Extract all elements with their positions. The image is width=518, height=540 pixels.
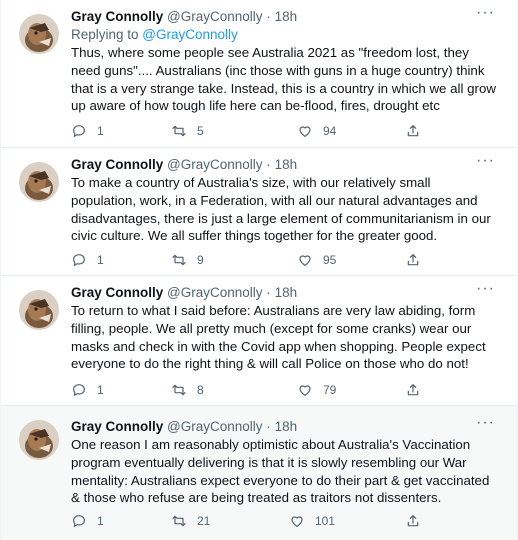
user-handle[interactable]: @GrayConnolly (167, 157, 263, 172)
more-icon[interactable]: ··· (476, 414, 495, 432)
replying-to-label: Replying to (71, 27, 143, 42)
avatar-image (19, 14, 59, 54)
tweet-thread: Gray Connolly @GrayConnolly · 18h ··· Re… (0, 0, 518, 540)
tweet-text: To make a country of Australia's size, w… (71, 175, 491, 244)
avatar[interactable] (19, 14, 59, 54)
separator: · (266, 419, 271, 434)
tweet-header: Gray Connolly @GrayConnolly · 18h (71, 418, 297, 435)
like-button[interactable]: 101 (289, 512, 335, 530)
retweet-count: 5 (197, 124, 204, 138)
avatar-image (19, 162, 59, 202)
more-icon[interactable]: ··· (476, 152, 495, 170)
share-button[interactable] (405, 251, 431, 269)
timestamp[interactable]: 18h (275, 157, 298, 172)
heart-icon (291, 516, 303, 527)
like-count: 95 (323, 253, 337, 267)
avatar[interactable] (19, 420, 59, 460)
tweet[interactable]: Gray Connolly @GrayConnolly · 18h ··· On… (1, 406, 517, 540)
timestamp[interactable]: 18h (275, 285, 298, 300)
separator: · (266, 285, 271, 300)
replying-to: Replying to @GrayConnolly (71, 26, 238, 43)
reply-button[interactable]: 1 (71, 512, 104, 530)
heart-icon (299, 126, 311, 137)
retweet-button[interactable]: 9 (171, 251, 204, 269)
like-count: 94 (323, 124, 337, 138)
reply-icon (73, 515, 85, 527)
share-button[interactable] (405, 512, 431, 530)
reply-icon (73, 125, 85, 137)
tweet[interactable]: Gray Connolly @GrayConnolly · 18h ··· To… (1, 276, 517, 406)
reply-icon (73, 254, 85, 266)
tweet[interactable]: Gray Connolly @GrayConnolly · 18h ··· Re… (1, 0, 517, 148)
retweet-icon (172, 125, 186, 137)
tweet-header: Gray Connolly @GrayConnolly · 18h (71, 284, 297, 301)
tweet-text: To return to what I said before: Austral… (71, 303, 486, 372)
retweet-button[interactable]: 8 (171, 381, 204, 399)
user-handle[interactable]: @GrayConnolly (167, 419, 263, 434)
avatar-image (19, 290, 59, 330)
heart-icon (299, 255, 311, 266)
separator: · (266, 157, 271, 172)
share-icon (407, 254, 419, 266)
tweet[interactable]: Gray Connolly @GrayConnolly · 18h ··· To… (1, 148, 517, 276)
separator: · (266, 9, 271, 24)
like-button[interactable]: 94 (297, 122, 336, 140)
timestamp[interactable]: 18h (275, 9, 298, 24)
heart-icon (299, 385, 311, 396)
retweet-count: 8 (197, 383, 204, 397)
retweet-button[interactable]: 5 (171, 122, 204, 140)
tweet-actions: 1 9 95 (71, 251, 517, 269)
avatar-image (19, 420, 59, 460)
reply-count: 1 (97, 514, 104, 528)
tweet-actions: 1 5 94 (71, 122, 517, 140)
share-icon (407, 515, 419, 527)
tweet-header: Gray Connolly @GrayConnolly · 18h (71, 156, 297, 173)
tweet-text: One reason I am reasonably optimistic ab… (71, 437, 490, 506)
share-button[interactable] (405, 381, 431, 399)
avatar[interactable] (19, 162, 59, 202)
display-name[interactable]: Gray Connolly (71, 285, 163, 300)
tweet-text: Thus, where some people see Australia 20… (71, 45, 496, 114)
retweet-button[interactable]: 21 (171, 512, 210, 530)
share-button[interactable] (405, 122, 431, 140)
retweet-icon (172, 515, 186, 527)
display-name[interactable]: Gray Connolly (71, 9, 163, 24)
more-icon[interactable]: ··· (476, 4, 495, 22)
retweet-icon (172, 384, 186, 396)
share-icon (407, 384, 419, 396)
reply-button[interactable]: 1 (71, 251, 104, 269)
tweet-actions: 1 21 101 (71, 512, 517, 530)
retweet-icon (172, 254, 186, 266)
like-button[interactable]: 95 (297, 251, 336, 269)
like-button[interactable]: 79 (297, 381, 336, 399)
reply-count: 1 (97, 383, 104, 397)
tweet-header: Gray Connolly @GrayConnolly · 18h (71, 8, 297, 25)
reply-button[interactable]: 1 (71, 122, 104, 140)
display-name[interactable]: Gray Connolly (71, 419, 163, 434)
reply-button[interactable]: 1 (71, 381, 104, 399)
user-handle[interactable]: @GrayConnolly (167, 9, 263, 24)
more-icon[interactable]: ··· (476, 280, 495, 298)
replying-to-handle[interactable]: @GrayConnolly (142, 27, 238, 42)
share-icon (407, 125, 419, 137)
like-count: 101 (315, 514, 336, 528)
reply-count: 1 (97, 253, 104, 267)
tweet-actions: 1 8 79 (71, 381, 517, 399)
timestamp[interactable]: 18h (275, 419, 298, 434)
like-count: 79 (323, 383, 337, 397)
avatar[interactable] (19, 290, 59, 330)
display-name[interactable]: Gray Connolly (71, 157, 163, 172)
reply-count: 1 (97, 124, 104, 138)
retweet-count: 21 (197, 514, 211, 528)
retweet-count: 9 (197, 253, 204, 267)
reply-icon (73, 384, 85, 396)
user-handle[interactable]: @GrayConnolly (167, 285, 263, 300)
